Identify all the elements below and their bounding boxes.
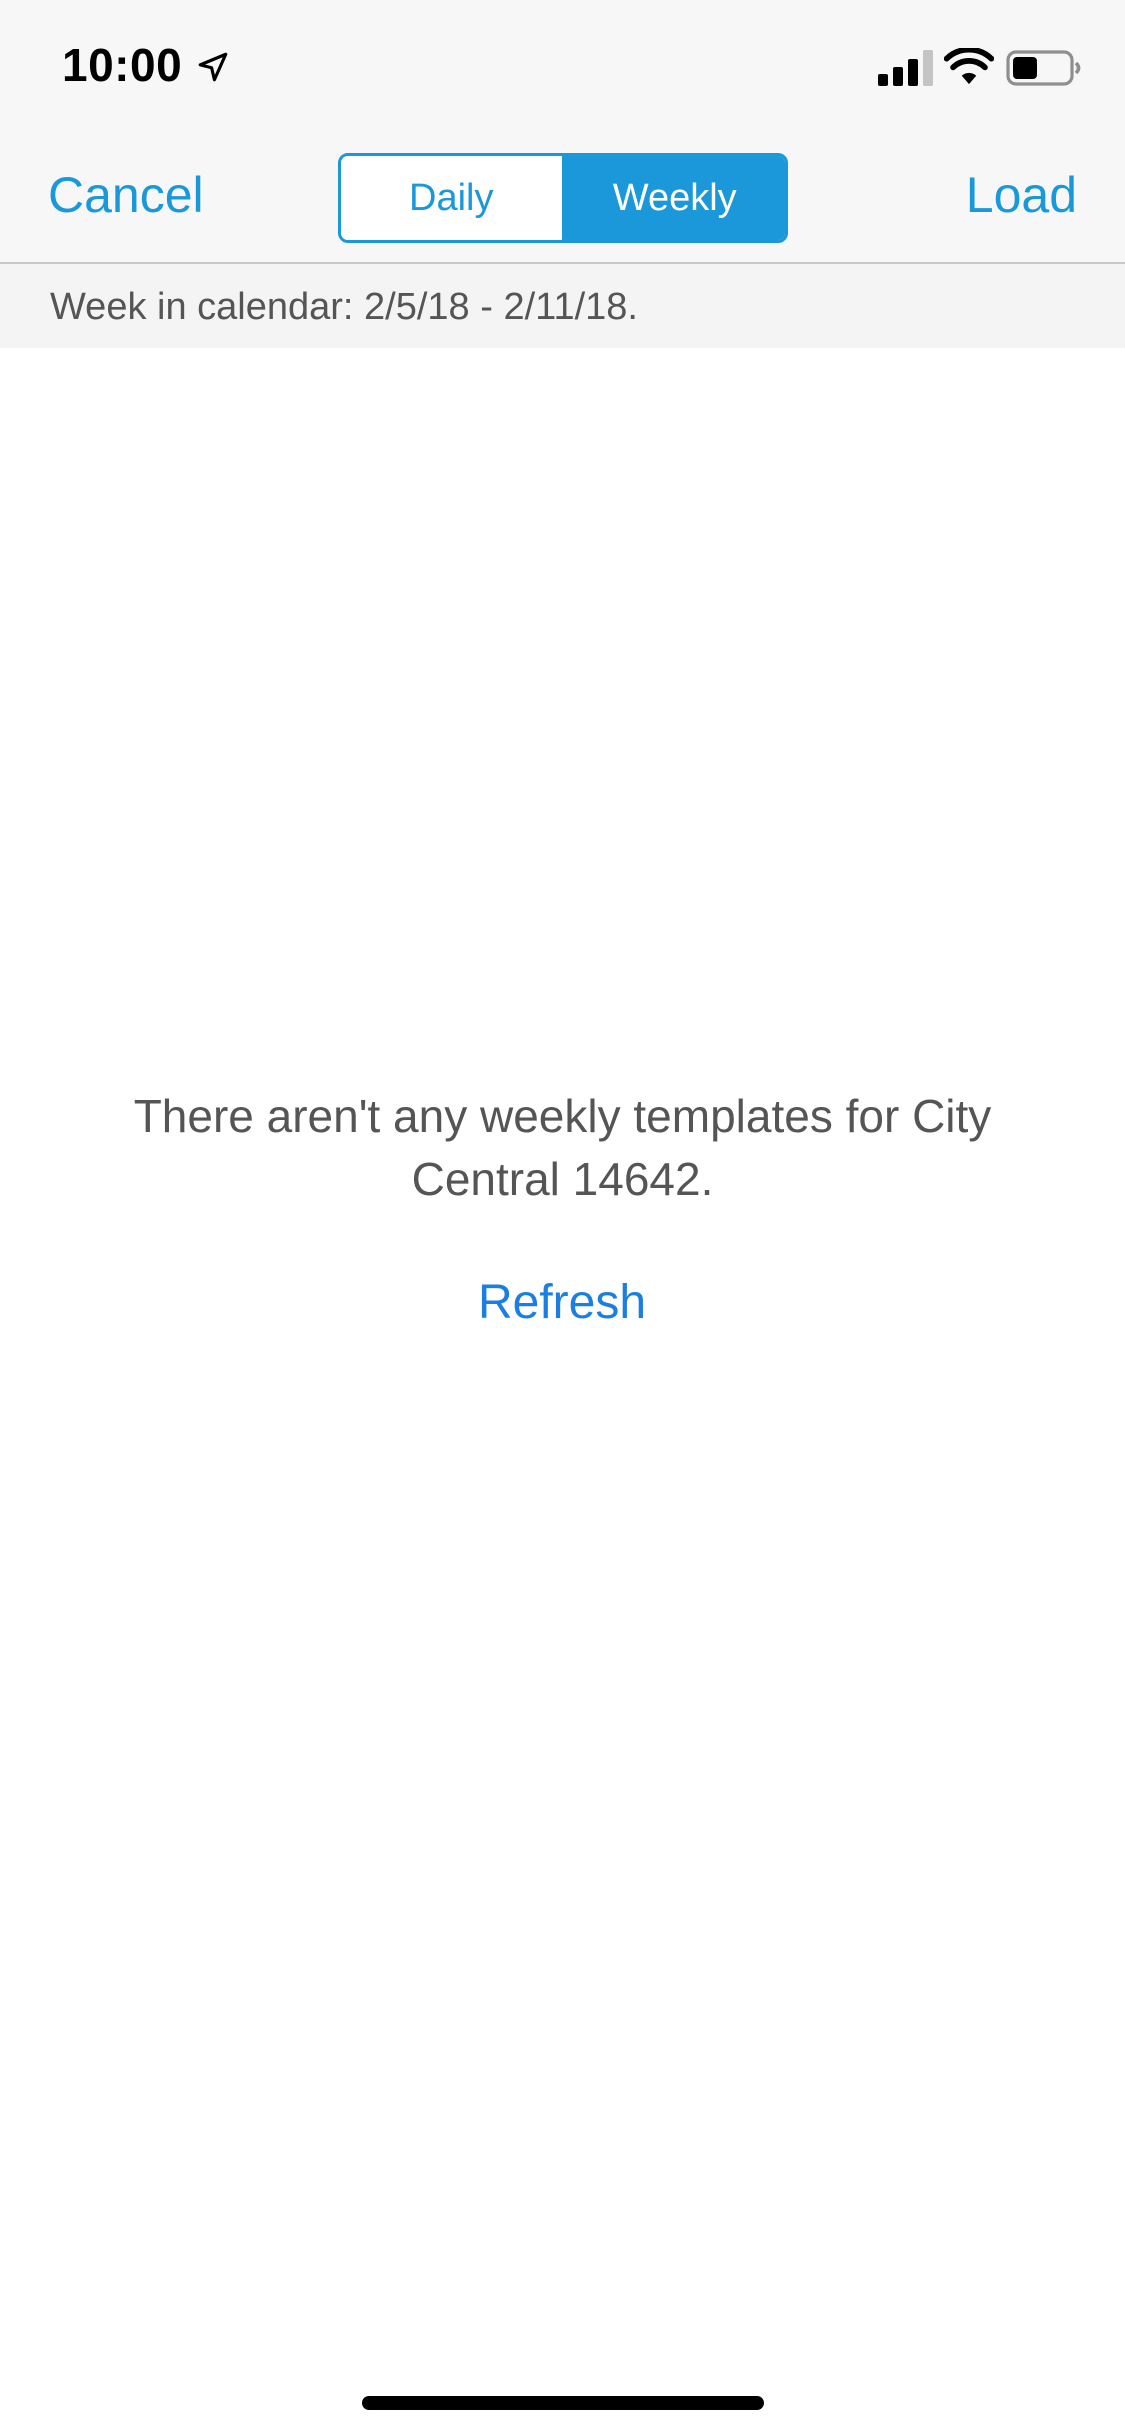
cancel-button[interactable]: Cancel xyxy=(48,164,204,226)
empty-state-message: There aren't any weekly templates for Ci… xyxy=(133,1090,992,1205)
nav-bar: Cancel Daily Weekly Load xyxy=(0,134,1125,264)
template-type-segmented-control: Daily Weekly xyxy=(338,153,788,243)
home-indicator[interactable] xyxy=(362,2396,764,2410)
screen: 10:00 Cancel Daily Weekly Load Week in c… xyxy=(0,0,1125,2436)
week-info-header: Week in calendar: 2/5/18 - 2/11/18. xyxy=(0,264,1125,348)
segment-weekly[interactable]: Weekly xyxy=(561,156,785,240)
status-time: 10:00 xyxy=(62,39,183,91)
load-button[interactable]: Load xyxy=(966,164,1077,226)
wifi-icon xyxy=(944,48,994,85)
cellular-signal-icon xyxy=(878,50,933,86)
location-arrow-icon xyxy=(198,52,228,82)
segment-daily[interactable]: Daily xyxy=(341,156,562,240)
status-bar: 10:00 xyxy=(0,0,1125,134)
week-in-calendar-text: Week in calendar: 2/5/18 - 2/11/18. xyxy=(50,286,638,328)
battery-icon xyxy=(1006,50,1081,86)
refresh-button[interactable]: Refresh xyxy=(412,1270,712,1336)
